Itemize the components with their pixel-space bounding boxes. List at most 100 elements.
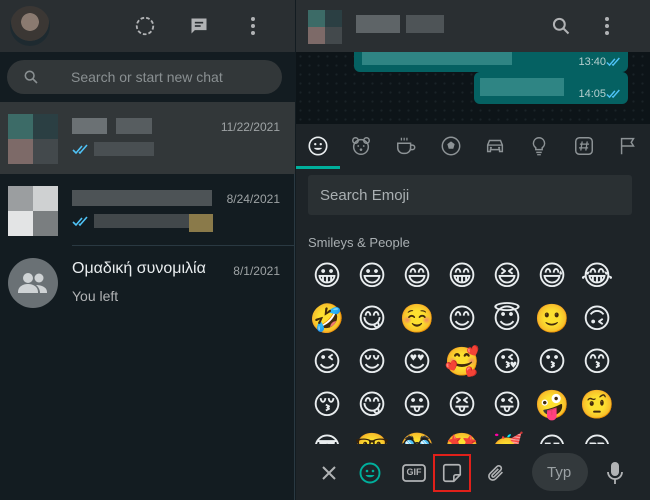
chat-preview: You left xyxy=(72,288,119,304)
emoji-item[interactable]: 😋 xyxy=(354,301,390,337)
chat-date: 8/24/2021 xyxy=(226,192,280,206)
emoji-item[interactable]: 😙 xyxy=(579,344,615,380)
objects-icon[interactable] xyxy=(527,134,551,158)
blurred-name xyxy=(72,118,107,134)
emoji-item[interactable]: 🤣 xyxy=(309,301,345,337)
emoji-item[interactable]: 🙂 xyxy=(534,301,570,337)
contact-avatar[interactable] xyxy=(308,10,342,44)
emoji-item[interactable]: 🤪 xyxy=(534,387,570,423)
emoji-search-input[interactable] xyxy=(308,175,632,215)
chat-list-pane: 11/22/2021 8/24/2021 xyxy=(0,0,295,500)
emoji-item[interactable]: 🥸 xyxy=(399,430,435,444)
emoji-item[interactable]: 😍 xyxy=(399,344,435,380)
read-ticks-icon xyxy=(72,216,88,227)
emoji-item[interactable]: 😚 xyxy=(309,387,345,423)
chat-item-2[interactable]: 8/24/2021 xyxy=(0,174,295,246)
composer-footer: GIF xyxy=(296,444,650,500)
emoji-item[interactable]: 🤨 xyxy=(579,387,615,423)
symbols-icon[interactable] xyxy=(572,134,596,158)
emoji-item[interactable]: 😆 xyxy=(489,258,525,294)
contact-name[interactable] xyxy=(356,15,444,33)
group-avatar xyxy=(8,258,58,308)
emoji-item[interactable]: 😅 xyxy=(534,258,570,294)
read-ticks-icon xyxy=(606,89,620,99)
group-icon xyxy=(8,258,58,308)
emoji-panel: Smileys & People 😀😃😄😁😆😅😂🤣😋☺️😊😇🙂🙃😉😌😍🥰😘😗😙😚… xyxy=(296,124,650,444)
flag-icon[interactable] xyxy=(616,134,640,158)
emoji-item[interactable]: 😜 xyxy=(489,387,525,423)
conversation-pane: 13:40 14:05 Search Emoji Smileys & Peopl… xyxy=(296,0,650,500)
emoji-item[interactable]: 🤓 xyxy=(354,430,390,444)
chat-date: 11/22/2021 xyxy=(220,120,280,134)
search-box[interactable] xyxy=(7,60,282,94)
emoji-tab-icon[interactable] xyxy=(357,460,383,486)
emoji-item[interactable]: 😊 xyxy=(444,301,480,337)
search-input[interactable] xyxy=(71,60,271,94)
emoji-item[interactable]: 🤩 xyxy=(444,430,480,444)
emoji-item[interactable]: 😁 xyxy=(444,258,480,294)
left-header xyxy=(0,0,295,52)
emoji-item[interactable]: 😇 xyxy=(489,301,525,337)
emoji-item[interactable]: 😒 xyxy=(579,430,615,444)
activity-icon[interactable] xyxy=(439,134,463,158)
emoji-item[interactable]: 😉 xyxy=(309,344,345,380)
read-ticks-icon xyxy=(606,57,620,67)
blurred-name xyxy=(116,118,152,134)
blurred-preview xyxy=(94,142,154,156)
message-time: 13:40 xyxy=(578,56,606,68)
search-messages-icon[interactable] xyxy=(548,13,574,39)
menu-icon[interactable] xyxy=(240,13,266,39)
blurred-preview xyxy=(189,214,213,232)
emoji-item[interactable]: 😎 xyxy=(309,430,345,444)
smiley-icon[interactable] xyxy=(306,134,330,158)
attach-icon[interactable] xyxy=(483,460,509,486)
emoji-item[interactable]: 😛 xyxy=(399,387,435,423)
emoji-item[interactable]: 😃 xyxy=(354,258,390,294)
emoji-item[interactable]: 😗 xyxy=(534,344,570,380)
close-icon[interactable] xyxy=(316,460,342,486)
chat-item-3[interactable]: Ομαδική συνομιλία 8/1/2021 You left xyxy=(0,246,295,318)
blurred-name xyxy=(72,190,212,206)
emoji-category-bar xyxy=(296,124,650,169)
chat-avatar xyxy=(8,114,58,164)
conversation-menu-icon[interactable] xyxy=(594,13,620,39)
active-category-indicator xyxy=(296,166,340,169)
conversation-header xyxy=(296,0,650,52)
emoji-item[interactable]: 😄 xyxy=(399,258,435,294)
message-area[interactable]: 13:40 14:05 xyxy=(296,52,650,124)
search-bar xyxy=(0,52,295,102)
sticker-highlight-box xyxy=(433,454,471,492)
new-chat-icon[interactable] xyxy=(186,13,212,39)
emoji-item[interactable]: 🥳 xyxy=(489,430,525,444)
emoji-item[interactable]: 😌 xyxy=(354,344,390,380)
emoji-item[interactable]: 😂 xyxy=(579,258,615,294)
emoji-item[interactable]: 😏 xyxy=(534,430,570,444)
emoji-item[interactable]: 🥰 xyxy=(444,344,480,380)
chat-avatar xyxy=(8,186,58,236)
emoji-item[interactable]: ☺️ xyxy=(399,301,435,337)
chat-item-1[interactable]: 11/22/2021 xyxy=(0,102,295,174)
emoji-item[interactable]: 🙃 xyxy=(579,301,615,337)
status-icon[interactable] xyxy=(132,13,158,39)
emoji-item[interactable]: 😀 xyxy=(309,258,345,294)
chat-name: Ομαδική συνομιλία xyxy=(72,260,206,277)
emoji-item[interactable]: 😘 xyxy=(489,344,525,380)
message-bubble[interactable]: 13:40 xyxy=(354,52,628,72)
chat-date: 8/1/2021 xyxy=(233,264,280,278)
message-input[interactable] xyxy=(532,453,588,491)
food-icon[interactable] xyxy=(394,134,418,158)
travel-icon[interactable] xyxy=(483,134,507,158)
microphone-icon[interactable] xyxy=(602,460,628,486)
gif-label: GIF xyxy=(406,467,422,477)
emoji-grid: 😀😃😄😁😆😅😂🤣😋☺️😊😇🙂🙃😉😌😍🥰😘😗😙😚😋😛😝😜🤪🤨😎🤓🥸🤩🥳😏😒 xyxy=(309,258,639,444)
read-ticks-icon xyxy=(72,144,88,155)
message-time: 14:05 xyxy=(578,88,606,100)
blurred-preview xyxy=(94,214,189,228)
profile-avatar[interactable] xyxy=(10,6,50,46)
gif-icon[interactable]: GIF xyxy=(400,460,428,486)
emoji-section-title: Smileys & People xyxy=(308,235,410,250)
animal-icon[interactable] xyxy=(349,134,373,158)
emoji-item[interactable]: 😋 xyxy=(354,387,390,423)
message-bubble[interactable]: 14:05 xyxy=(474,72,628,104)
emoji-item[interactable]: 😝 xyxy=(444,387,480,423)
